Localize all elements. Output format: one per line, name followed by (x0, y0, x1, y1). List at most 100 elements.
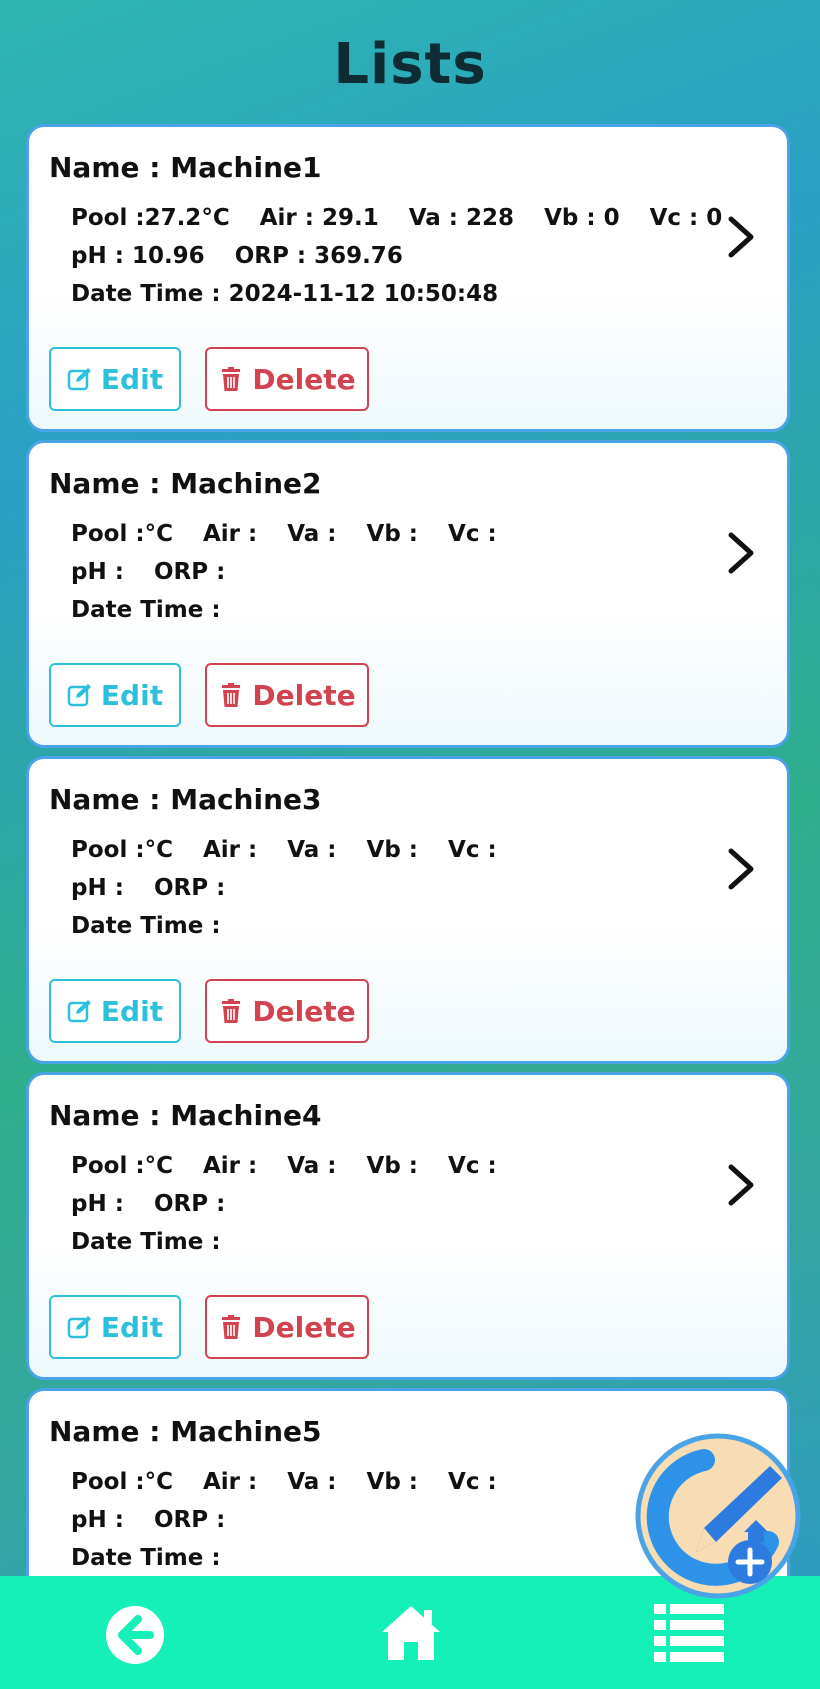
datetime-field: Date Time : (71, 1545, 221, 1571)
edit-button[interactable]: Edit (49, 979, 181, 1043)
delete-button[interactable]: Delete (205, 979, 369, 1043)
vb-field: Vb : (366, 1153, 418, 1179)
machine-card-3[interactable]: Name : Machine3 Pool :°C Air : Va : Vb :… (26, 756, 790, 1064)
machine-name-value: Machine1 (170, 151, 322, 184)
ph-field: pH : (71, 875, 124, 901)
machine-name: Name : Machine3 (49, 783, 322, 816)
va-field: Va : (287, 521, 337, 547)
edit-icon (67, 1000, 91, 1023)
name-label: Name : (49, 1099, 161, 1132)
chevron-right-icon[interactable] (723, 1163, 757, 1207)
pool-field: Pool :°C (71, 1153, 173, 1179)
readings-row-2: pH : ORP : (71, 559, 247, 585)
vb-field: Vb : 0 (544, 205, 620, 231)
edit-icon (67, 684, 91, 707)
orp-field: ORP : (153, 875, 226, 901)
machine-name-value: Machine3 (170, 783, 322, 816)
trash-icon (222, 367, 241, 391)
edit-label: Edit (100, 994, 164, 1028)
air-field: Air : (202, 1153, 258, 1179)
datetime-field: Date Time : (71, 913, 221, 939)
ph-field: pH : 10.96 (71, 243, 205, 269)
machine-name: Name : Machine5 (49, 1415, 322, 1448)
edit-button[interactable]: Edit (49, 1295, 181, 1359)
va-field: Va : (287, 1469, 337, 1495)
edit-button[interactable]: Edit (49, 347, 181, 411)
delete-button[interactable]: Delete (205, 347, 369, 411)
orp-field: ORP : (153, 1191, 226, 1217)
orp-field: ORP : 369.76 (234, 243, 403, 269)
trash-icon (222, 999, 241, 1023)
edit-label: Edit (100, 1310, 164, 1344)
readings-row-1: Pool :°C Air : Va : Vb : Vc : (71, 837, 519, 863)
readings-row-1: Pool :°C Air : Va : Vb : Vc : (71, 1153, 519, 1179)
edit-button[interactable]: Edit (49, 663, 181, 727)
readings-row-1: Pool :27.2°C Air : 29.1 Va : 228 Vb : 0 … (71, 205, 744, 231)
machine-card-4[interactable]: Name : Machine4 Pool :°C Air : Va : Vb :… (26, 1072, 790, 1380)
delete-label: Delete (252, 678, 356, 712)
pool-field: Pool :°C (71, 1469, 173, 1495)
readings-row-1: Pool :°C Air : Va : Vb : Vc : (71, 1469, 519, 1495)
list-icon[interactable] (654, 1604, 724, 1668)
name-label: Name : (49, 467, 161, 500)
chevron-right-icon[interactable] (723, 847, 757, 891)
orp-field: ORP : (153, 559, 226, 585)
va-field: Va : (287, 1153, 337, 1179)
name-label: Name : (49, 151, 161, 184)
vc-field: Vc : (448, 1153, 497, 1179)
machine-name-value: Machine5 (170, 1415, 322, 1448)
delete-label: Delete (252, 994, 356, 1028)
air-field: Air : (202, 837, 258, 863)
readings-row-2: pH : ORP : (71, 875, 247, 901)
machine-name-value: Machine4 (170, 1099, 322, 1132)
chevron-right-icon[interactable] (723, 215, 757, 259)
va-field: Va : 228 (408, 205, 515, 231)
datetime-field: Date Time : 2024-11-12 10:50:48 (71, 281, 499, 307)
datetime-field: Date Time : (71, 1229, 221, 1255)
add-edit-icon (635, 1433, 801, 1599)
name-label: Name : (49, 1415, 161, 1448)
page-title: Lists (333, 32, 487, 97)
edit-label: Edit (100, 678, 164, 712)
delete-button[interactable]: Delete (205, 1295, 369, 1359)
readings-row-1: Pool :°C Air : Va : Vb : Vc : (71, 521, 519, 547)
machine-name: Name : Machine1 (49, 151, 322, 184)
ph-field: pH : (71, 1507, 124, 1533)
readings-row-2: pH : ORP : (71, 1507, 247, 1533)
edit-icon (67, 368, 91, 391)
pool-field: Pool :27.2°C (71, 205, 230, 231)
delete-button[interactable]: Delete (205, 663, 369, 727)
pool-field: Pool :°C (71, 837, 173, 863)
ph-field: pH : (71, 559, 124, 585)
datetime-field: Date Time : (71, 597, 221, 623)
machine-card-2[interactable]: Name : Machine2 Pool :°C Air : Va : Vb :… (26, 440, 790, 748)
pool-field: Pool :°C (71, 521, 173, 547)
vc-field: Vc : (448, 521, 497, 547)
vc-field: Vc : (448, 837, 497, 863)
edit-icon (67, 1316, 91, 1339)
edit-label: Edit (100, 362, 164, 396)
orp-field: ORP : (153, 1507, 226, 1533)
air-field: Air : (202, 521, 258, 547)
add-edit-fab[interactable] (634, 1432, 802, 1600)
vb-field: Vb : (366, 1469, 418, 1495)
vc-field: Vc : (448, 1469, 497, 1495)
readings-row-2: pH : 10.96 ORP : 369.76 (71, 243, 425, 269)
va-field: Va : (287, 837, 337, 863)
trash-icon (222, 1315, 241, 1339)
vc-field: Vc : 0 (649, 205, 723, 231)
delete-label: Delete (252, 1310, 356, 1344)
air-field: Air : 29.1 (259, 205, 379, 231)
readings-row-2: pH : ORP : (71, 1191, 247, 1217)
chevron-right-icon[interactable] (723, 531, 757, 575)
machine-name: Name : Machine2 (49, 467, 322, 500)
machine-card-1[interactable]: Name : Machine1 Pool :27.2°C Air : 29.1 … (26, 124, 790, 432)
trash-icon (222, 683, 241, 707)
air-field: Air : (202, 1469, 258, 1495)
vb-field: Vb : (366, 521, 418, 547)
delete-label: Delete (252, 362, 356, 396)
home-icon[interactable] (380, 1604, 442, 1666)
ph-field: pH : (71, 1191, 124, 1217)
vb-field: Vb : (366, 837, 418, 863)
back-arrow-icon[interactable] (104, 1604, 166, 1670)
